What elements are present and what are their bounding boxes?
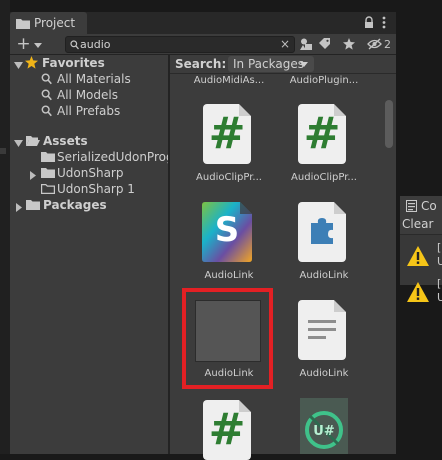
asset-audiolink-shader[interactable]: S AudioLink — [179, 202, 279, 286]
search-input[interactable] — [80, 37, 270, 52]
asset-audiolink-text[interactable]: AudioLink — [274, 300, 374, 384]
left-edge-strip — [0, 0, 10, 454]
asset-audiomidi[interactable]: AudioMidiAs... — [179, 73, 279, 87]
tree-item-label: UdonSharp 1 — [57, 182, 135, 196]
shader-icon: S — [202, 202, 252, 262]
text-document-icon — [298, 300, 346, 360]
collapsed-arrow-icon — [15, 200, 25, 212]
asset-udonsharp-partial[interactable]: U# — [274, 398, 374, 454]
search-scope-value: In Packages — [233, 57, 304, 71]
clear-button[interactable]: Clear — [402, 217, 433, 231]
search-scope-bar: Search: In Packages — [170, 55, 396, 74]
text-lines-icon — [308, 320, 336, 339]
console-toolbar: Clear — [400, 216, 442, 235]
puzzle-piece-icon — [311, 218, 333, 244]
expand-arrow-icon — [14, 136, 24, 147]
collapsed-arrow-icon — [29, 168, 39, 180]
console-row[interactable]: [ U — [400, 239, 442, 273]
folder-icon — [16, 17, 30, 32]
expand-arrow-icon — [14, 58, 24, 69]
csharp-script-icon: # — [203, 104, 251, 164]
svg-text:U#: U# — [313, 424, 335, 439]
asset-audioclip-script-1[interactable]: # AudioClipPr... — [179, 104, 279, 188]
tab-console[interactable]: Co — [400, 196, 442, 216]
asset-audiolink-package[interactable]: AudioLink — [274, 202, 374, 286]
asset-caption: AudioClipPr... — [196, 172, 262, 183]
label-tag-icon — [319, 38, 330, 49]
tree-assets[interactable]: Assets — [10, 133, 168, 149]
asset-caption: AudioLink — [299, 270, 349, 281]
tree-packages[interactable]: Packages — [10, 197, 168, 213]
asset-caption: AudioMidiAs... — [193, 75, 265, 86]
asset-caption: AudioLink — [299, 368, 349, 379]
shapes-icon — [299, 38, 312, 50]
plus-icon: + — [16, 34, 31, 54]
asset-caption: AudioPlugin... — [289, 75, 359, 86]
asset-caption: AudioLink — [204, 270, 254, 281]
hidden-count: 2 — [384, 37, 391, 51]
tree-item-udonsharp[interactable]: UdonSharp — [10, 165, 168, 181]
console-log-list: [ U [ U — [400, 235, 442, 304]
tree-assets-label: Assets — [43, 134, 88, 148]
chevron-down-icon — [300, 62, 308, 67]
folder-icon — [26, 199, 40, 215]
warning-icon — [406, 245, 430, 270]
tree-item-label: SerializedUdonProg — [57, 150, 168, 164]
chevron-down-icon — [33, 37, 42, 51]
search-scope-dropdown[interactable]: In Packages — [228, 56, 314, 72]
tree-packages-label: Packages — [43, 198, 107, 212]
add-button[interactable]: + — [14, 34, 44, 54]
tree-item-label: All Materials — [57, 72, 131, 86]
clear-search-icon[interactable]: × — [280, 37, 290, 52]
csharp-script-icon: # — [203, 400, 251, 460]
console-icon — [406, 200, 417, 215]
csharp-script-icon: # — [298, 104, 346, 164]
tab-project-label: Project — [34, 16, 76, 30]
kebab-menu-icon[interactable] — [382, 16, 386, 32]
project-toolbar: + × 2 — [10, 34, 396, 55]
tree-item-serialized-udon[interactable]: SerializedUdonProg — [10, 149, 168, 165]
search-icon — [41, 105, 52, 121]
search-by-label-button[interactable] — [316, 36, 334, 52]
search-by-type-button[interactable] — [297, 36, 315, 52]
tree-item-udonsharp-1[interactable]: UdonSharp 1 — [10, 181, 168, 197]
console-row[interactable]: [ U — [400, 275, 442, 309]
grid-scrollbar-thumb[interactable] — [385, 100, 393, 148]
tree-item-all-materials[interactable]: All Materials — [10, 71, 168, 87]
selection-highlight-box — [182, 288, 273, 389]
tree-item-all-prefabs[interactable]: All Prefabs — [10, 103, 168, 119]
lock-icon[interactable] — [364, 16, 374, 32]
tree-item-label: UdonSharp — [57, 166, 124, 180]
eye-slash-icon — [367, 38, 382, 50]
asset-audioclip-script-2[interactable]: # AudioClipPr... — [274, 104, 374, 188]
tab-project[interactable]: Project — [10, 12, 87, 34]
folder-tree-panel: Favorites All Materials All Models All P… — [10, 55, 168, 454]
udonsharp-asset-icon: U# — [300, 398, 348, 454]
package-icon — [298, 202, 346, 262]
tree-item-all-models[interactable]: All Models — [10, 87, 168, 103]
tab-console-label: Co — [421, 199, 437, 213]
tab-controls — [360, 12, 396, 34]
asset-script-partial[interactable]: # — [179, 400, 279, 460]
tree-favorites-label: Favorites — [42, 56, 105, 70]
search-icon — [70, 39, 79, 53]
warning-icon — [406, 281, 430, 306]
tree-item-label: All Prefabs — [57, 104, 121, 118]
hidden-packages-toggle[interactable]: 2 — [364, 36, 394, 52]
search-scope-label: Search: — [175, 57, 227, 71]
search-field[interactable]: × — [65, 36, 295, 53]
tree-favorites[interactable]: Favorites — [10, 55, 168, 71]
asset-audioplugin[interactable]: AudioPlugin... — [274, 73, 374, 87]
asset-caption: AudioClipPr... — [291, 172, 357, 183]
favorite-search-button[interactable] — [340, 36, 358, 52]
star-icon — [343, 38, 355, 50]
tree-item-label: All Models — [57, 88, 118, 102]
